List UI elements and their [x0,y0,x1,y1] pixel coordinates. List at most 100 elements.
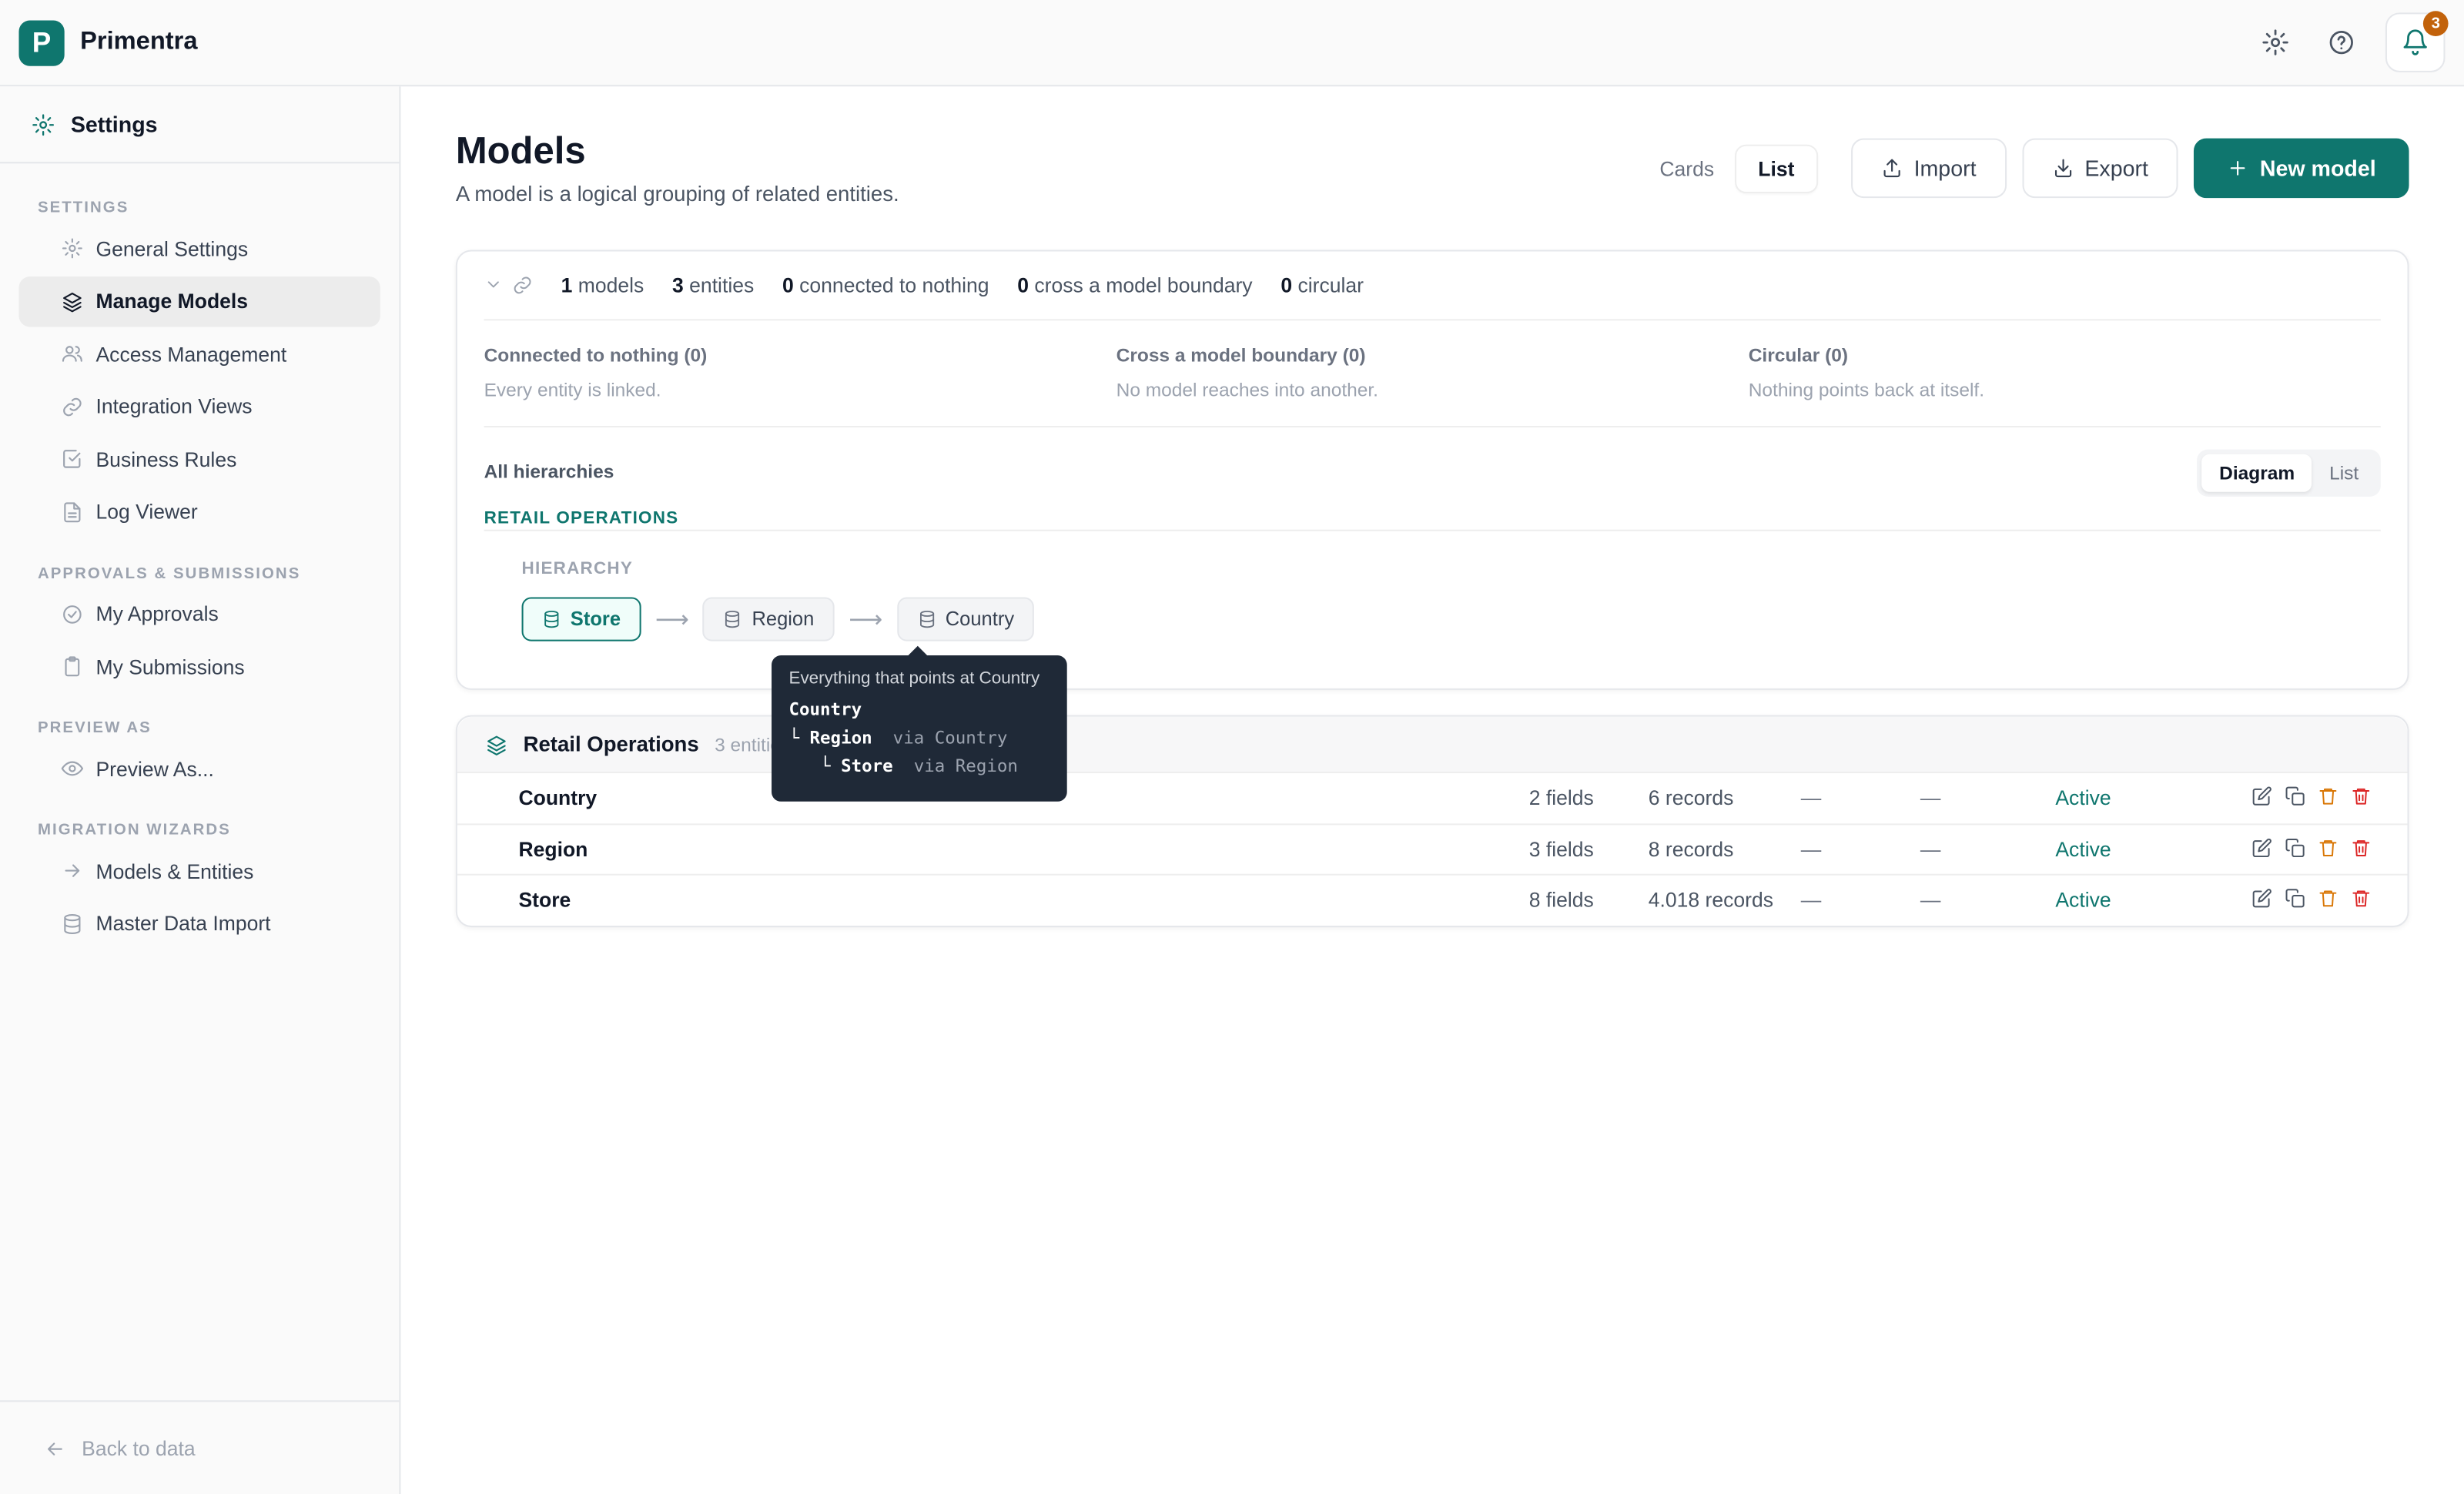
gear-icon [62,238,82,259]
check-description: Every entity is linked. [484,378,661,401]
help-button[interactable] [2319,21,2363,65]
trash-icon[interactable] [2351,786,2372,806]
sidebar-item-label: Master Data Import [95,911,271,936]
check-square-icon [63,450,81,468]
sidebar-item-log-viewer[interactable]: Log Viewer [18,487,380,537]
entity-name[interactable]: Store [518,888,571,912]
table-row[interactable]: Country 2 fields 6 records — — Active [457,773,2408,825]
stat-models: 1 models [561,273,644,297]
hierarchies-header: All hierarchies RETAIL OPERATIONS Diagra… [484,427,2381,531]
table-row[interactable]: Region 3 fields 8 records — — Active [457,824,2408,876]
edit-icon[interactable] [2251,837,2272,858]
row-actions [2251,888,2371,909]
entity-name[interactable]: Region [518,837,588,861]
layers-icon [63,292,82,312]
sidebar-item-label: Models & Entities [95,859,254,883]
import-label: Import [1913,156,1977,181]
table-row[interactable]: Store 8 fields 4.018 records — — Active [457,876,2408,926]
edit-icon[interactable] [2251,888,2272,909]
archive-icon[interactable] [2318,786,2338,806]
stat-nothing-count: 0 [782,273,794,297]
app-brand: Primentra [80,28,198,55]
sidebar-item-label: Business Rules [95,447,237,471]
tooltip-l2-name: Store [841,755,893,777]
sidebar-header: Settings [0,86,400,164]
plus-icon [2230,160,2245,176]
back-to-data-link[interactable]: Back to data [0,1400,400,1494]
section-label-approvals: APPROVALS & SUBMISSIONS [37,564,301,583]
trash-icon[interactable] [2351,837,2372,858]
top-actions: 3 [2254,11,2449,72]
hierarchy-node-region[interactable]: Region [703,597,835,641]
row-actions [2251,786,2371,806]
copy-icon[interactable] [2285,837,2305,858]
view-list-toggle-button[interactable]: List [2312,454,2376,492]
sidebar-item-general-settings[interactable]: General Settings [18,223,380,273]
sidebar-item-my-submissions[interactable]: My Submissions [18,641,380,692]
sidebar-item-integration-views[interactable]: Integration Views [18,381,380,431]
stat-cross-label: cross a model boundary [1034,273,1253,297]
model-card: Retail Operations 3 entities Country 2 f… [455,715,2409,928]
entity-records: 4.018 records [1648,888,1774,912]
view-diagram-button[interactable]: Diagram [2201,454,2312,492]
view-toggle: Cards List [1638,145,1817,191]
hierarchy-group-label: RETAIL OPERATIONS [484,509,679,528]
hierarchy-node-country[interactable]: Country [896,597,1035,641]
hierarchy-view-toggle: Diagram List [2197,449,2381,497]
settings-button[interactable] [2254,21,2298,65]
check-description: Nothing points back at itself. [1748,378,1985,401]
sidebar-title: Settings [70,111,158,137]
sidebar-item-master-data-import[interactable]: Master Data Import [18,898,380,948]
entity-col-b: — [1920,888,1941,912]
node-label: Region [752,608,815,631]
stat-cross-count: 0 [1017,273,1029,297]
entity-col-b: — [1920,786,1941,810]
download-icon [2054,159,2071,178]
entity-fields: 3 fields [1528,836,1594,861]
entity-name[interactable]: Country [518,786,597,809]
sidebar-item-label: General Settings [95,236,249,260]
trash-icon[interactable] [2351,888,2372,909]
app-logo[interactable]: P [18,19,65,65]
sidebar-item-label: Preview As... [95,756,214,781]
sidebar-item-models-entities[interactable]: Models & Entities [18,846,380,896]
stat-models-count: 1 [561,273,573,297]
new-model-button[interactable]: New model [2194,138,2409,199]
stat-entities-label: entities [689,273,755,297]
notifications-button[interactable]: 3 [2385,11,2449,72]
gear-icon [2262,29,2288,55]
chevron-down-icon[interactable] [484,275,503,293]
view-list-button[interactable]: List [1736,145,1817,191]
edit-icon[interactable] [2251,786,2272,806]
hierarchy-tooltip: Everything that points at Country Countr… [772,645,1067,802]
summary-bar[interactable]: 1 models 3 entities 0 connected to nothi… [484,252,2381,321]
sidebar-item-business-rules[interactable]: Business Rules [18,434,380,484]
sidebar-item-manage-models[interactable]: Manage Models [18,276,380,327]
page-actions: Cards List Import Export New model [1638,138,2409,199]
stat-circular-count: 0 [1281,273,1293,297]
check-circular: Circular (0) Nothing points back at itse… [1749,343,2381,426]
archive-icon[interactable] [2318,837,2338,858]
sidebar-item-preview-as[interactable]: Preview As... [18,743,380,793]
database-icon [919,610,934,628]
layers-icon [487,735,506,755]
status-badge: Active [2055,888,2111,912]
check-title: Circular (0) [1748,343,1849,367]
entity-rows: Country 2 fields 6 records — — Active Re… [457,773,2408,926]
export-button[interactable]: Export [2021,138,2178,199]
model-name: Retail Operations [523,732,699,756]
import-button[interactable]: Import [1850,138,2007,199]
link-icon [514,276,531,294]
sidebar-item-my-approvals[interactable]: My Approvals [18,588,380,638]
hierarchy-label: HIERARCHY [521,559,634,579]
view-cards-button[interactable]: Cards [1638,146,1736,191]
tooltip-level-2: └ Store via Region [788,755,1018,777]
stat-entities: 3 entities [672,273,754,297]
tooltip-l1-via: via Country [892,727,1008,749]
archive-icon[interactable] [2318,888,2338,909]
sidebar-item-access-management[interactable]: Access Management [18,329,380,379]
hierarchy-node-store[interactable]: Store [521,597,641,641]
model-header[interactable]: Retail Operations 3 entities [457,716,2408,774]
copy-icon[interactable] [2285,786,2305,806]
copy-icon[interactable] [2285,888,2305,909]
